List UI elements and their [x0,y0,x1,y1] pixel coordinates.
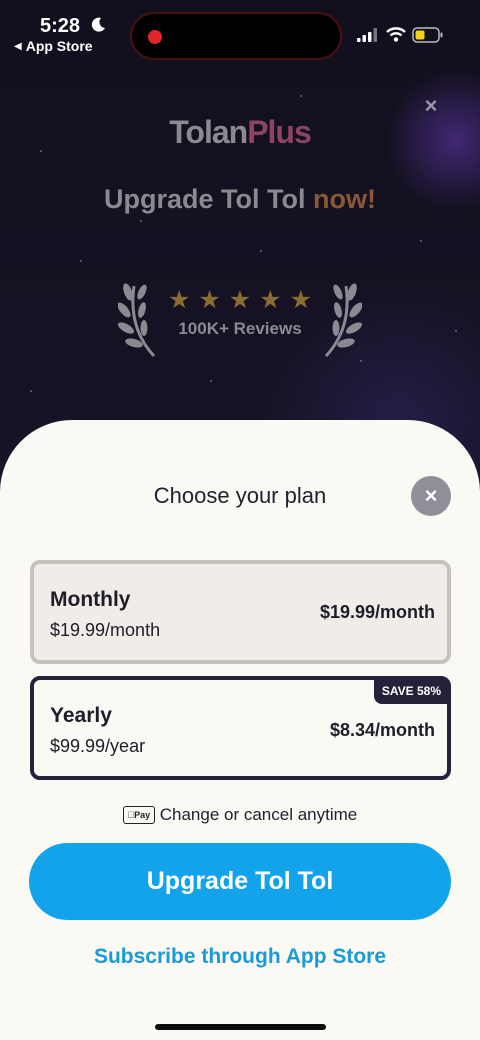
laurel-right-icon [324,283,362,358]
star-icon: ★ [289,286,312,314]
home-indicator[interactable] [155,1024,326,1030]
brand-plus: Plus [247,114,312,150]
upgrade-button[interactable]: Upgrade Tol Tol [29,843,451,920]
brand-logo: TolanPlus [0,114,480,151]
reviews-count: 100K+ Reviews [178,319,302,338]
star-icon: ★ [228,286,252,314]
plan-price: $8.34/month [329,720,435,740]
sheet-close-button[interactable]: × [411,476,451,516]
cancel-anytime-note: Pay Change or cancel anytime [0,805,480,825]
headline-main: Upgrade Tol Tol [104,184,306,214]
star-icon: ★ [168,286,191,314]
subscribe-app-store-link[interactable]: Subscribe through App Store [0,945,480,969]
plan-selection-sheet: Choose your plan × Monthly $19.99/month … [0,420,480,1040]
paywall-background-content: × TolanPlus Upgrade Tol Tol now! ★ ★ ★ ★… [0,0,480,430]
plan-billing: $19.99/month [50,620,161,640]
cancel-anytime-text: Change or cancel anytime [159,805,358,824]
plan-option-yearly[interactable]: SAVE 58% Yearly $99.99/year $8.34/month [30,676,451,780]
apple-pay-label: Pay [130,810,150,820]
plan-name: Monthly [50,588,131,611]
rating-stars: ★ ★ ★ ★ ★ [168,286,312,314]
plan-name: Yearly [50,704,112,727]
plan-option-monthly[interactable]: Monthly $19.99/month $19.99/month [30,560,451,664]
brand-name: Tolan [169,114,248,150]
plan-billing: $99.99/year [50,736,146,756]
plan-price: $19.99/month [319,602,435,622]
close-icon[interactable]: × [421,95,441,117]
page-headline: Upgrade Tol Tol now! [0,184,480,215]
star-icon: ★ [198,286,221,314]
star-icon: ★ [259,286,282,314]
save-badge: SAVE 58% [373,678,449,704]
headline-accent: now! [313,184,376,214]
laurel-left-icon [118,283,156,358]
apple-pay-icon: Pay [122,806,155,824]
sheet-title: Choose your plan [153,483,327,508]
